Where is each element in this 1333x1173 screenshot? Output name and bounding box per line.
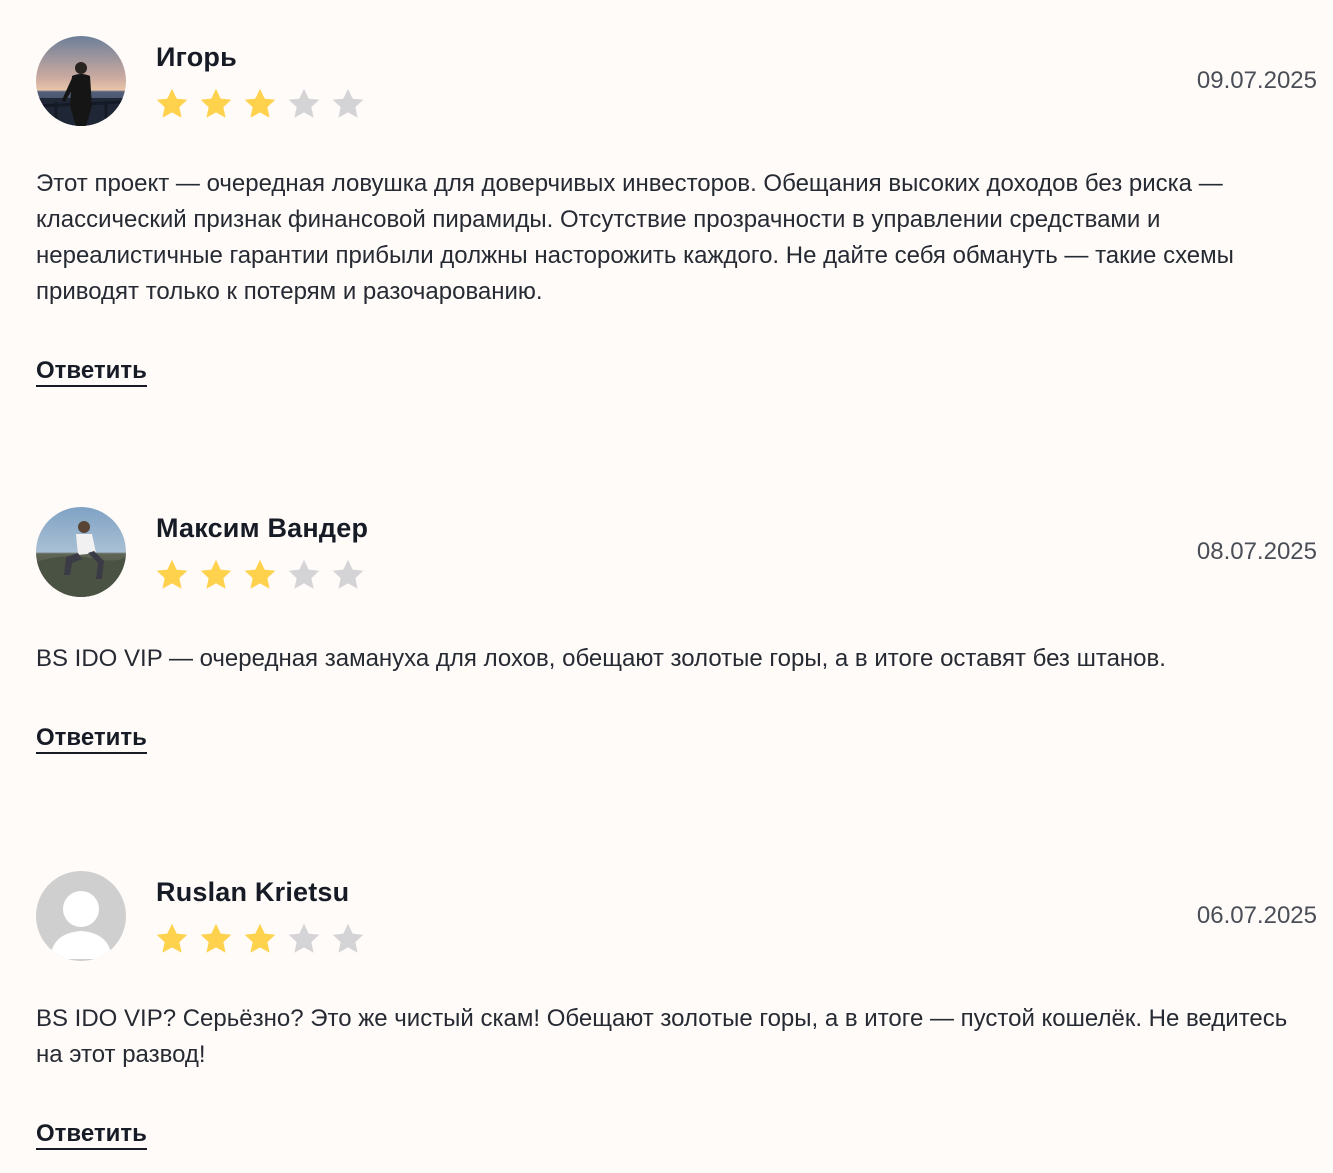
star-filled-icon bbox=[156, 88, 188, 118]
star-filled-icon bbox=[156, 923, 188, 953]
review-text: BS IDO VIP? Серьёзно? Это же чистый скам… bbox=[36, 1005, 1288, 1068]
review-date: 09.07.2025 bbox=[1196, 67, 1317, 94]
review-header: Максим Вандер 08.07.2025 bbox=[36, 507, 1317, 597]
author-name: Максим Вандер bbox=[156, 513, 369, 543]
review-header: Игорь 09.07.2025 bbox=[36, 36, 1317, 126]
star-filled-icon bbox=[200, 559, 232, 589]
reply-link[interactable]: Ответить bbox=[36, 1120, 147, 1150]
avatar-photo-icon bbox=[36, 507, 126, 597]
avatar bbox=[36, 507, 126, 597]
star-empty-icon bbox=[288, 923, 320, 953]
review-item: Ruslan Krietsu 06.07.2025 BS IDO VIP? Се… bbox=[36, 871, 1317, 1150]
star-filled-icon bbox=[156, 559, 188, 589]
star-rating bbox=[154, 921, 366, 957]
default-user-icon bbox=[36, 871, 126, 961]
review-text: BS IDO VIP — очередная замануха для лохо… bbox=[36, 645, 1166, 672]
author-name: Игорь bbox=[156, 42, 237, 72]
review-item: Игорь 09.07.2025 Этот проект — очередная… bbox=[36, 36, 1317, 387]
star-filled-icon bbox=[244, 559, 276, 589]
review-date: 06.07.2025 bbox=[1196, 902, 1317, 929]
star-empty-icon bbox=[288, 559, 320, 589]
author-name: Ruslan Krietsu bbox=[156, 877, 350, 907]
star-filled-icon bbox=[200, 88, 232, 118]
avatar-photo-icon bbox=[36, 36, 126, 126]
reply-link[interactable]: Ответить bbox=[36, 724, 147, 754]
star-filled-icon bbox=[200, 923, 232, 953]
star-empty-icon bbox=[332, 88, 364, 118]
review-item: Максим Вандер 08.07.2025 BS IDO VIP — оч… bbox=[36, 507, 1317, 754]
review-header: Ruslan Krietsu 06.07.2025 bbox=[36, 871, 1317, 961]
star-empty-icon bbox=[332, 559, 364, 589]
review-text: Этот проект — очередная ловушка для дове… bbox=[36, 170, 1234, 305]
star-empty-icon bbox=[332, 923, 364, 953]
star-empty-icon bbox=[288, 88, 320, 118]
reply-link[interactable]: Ответить bbox=[36, 357, 147, 387]
avatar bbox=[36, 36, 126, 126]
review-date: 08.07.2025 bbox=[1196, 538, 1317, 565]
avatar bbox=[36, 871, 126, 961]
star-rating bbox=[154, 557, 366, 593]
star-filled-icon bbox=[244, 88, 276, 118]
star-rating bbox=[154, 86, 366, 122]
star-filled-icon bbox=[244, 923, 276, 953]
